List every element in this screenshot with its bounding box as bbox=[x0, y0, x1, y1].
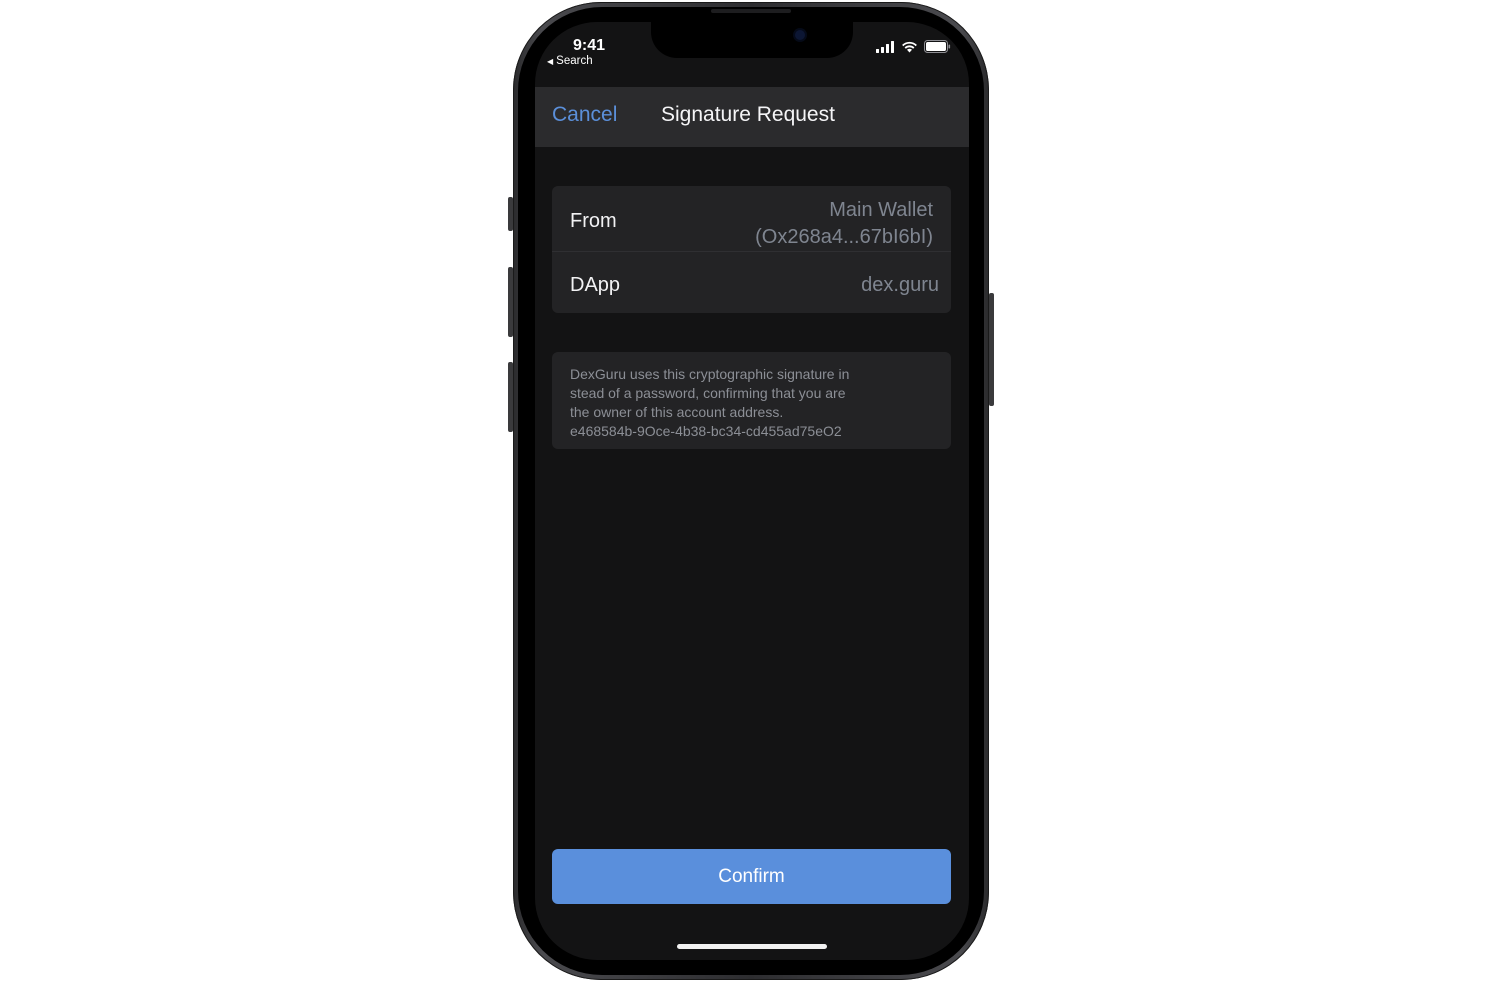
phone-screen: 9:41 ◀ Search Cancel Signature Request F… bbox=[535, 22, 969, 960]
message-line: stead of a password, confirming that you… bbox=[570, 385, 846, 401]
from-value: Main Wallet (Ox268a4...67bI6bI) bbox=[755, 197, 933, 251]
signature-message-card: DexGuru uses this cryptographic signatur… bbox=[552, 352, 951, 449]
page-title: Signature Request bbox=[661, 103, 835, 126]
signature-message: DexGuru uses this cryptographic signatur… bbox=[570, 365, 910, 441]
cellular-signal-icon bbox=[876, 40, 894, 53]
status-icons bbox=[876, 40, 951, 53]
confirm-button[interactable]: Confirm bbox=[552, 849, 951, 904]
back-to-app-label: Search bbox=[556, 55, 593, 67]
page: 9:41 ◀ Search Cancel Signature Request F… bbox=[0, 0, 1500, 982]
message-nonce: e468584b-9Oce-4b38-bc34-cd455ad75eO2 bbox=[570, 423, 842, 439]
sheet-header: Cancel Signature Request bbox=[535, 87, 969, 147]
message-line: the owner of this account address. bbox=[570, 404, 784, 420]
wifi-icon bbox=[902, 41, 917, 52]
power-button bbox=[989, 293, 994, 406]
message-line: DexGuru uses this cryptographic signatur… bbox=[570, 366, 850, 382]
battery-icon bbox=[924, 40, 951, 53]
volume-up-button bbox=[508, 267, 513, 337]
request-details-card: From Main Wallet (Ox268a4...67bI6bI) DAp… bbox=[552, 186, 951, 313]
cancel-button[interactable]: Cancel bbox=[552, 103, 617, 127]
home-indicator[interactable] bbox=[677, 944, 827, 949]
wallet-address: (Ox268a4...67bI6bI) bbox=[755, 226, 933, 248]
dapp-label: DApp bbox=[570, 274, 621, 296]
status-time: 9:41 bbox=[572, 37, 606, 54]
notch bbox=[651, 22, 853, 58]
speaker-grille bbox=[711, 9, 791, 13]
silent-switch bbox=[508, 197, 513, 231]
front-camera-icon bbox=[795, 30, 805, 40]
wallet-name: Main Wallet bbox=[829, 199, 933, 221]
volume-down-button bbox=[508, 362, 513, 432]
dapp-row: DApp dex.guru bbox=[552, 252, 951, 313]
from-row: From Main Wallet (Ox268a4...67bI6bI) bbox=[552, 186, 951, 252]
dapp-value: dex.guru bbox=[861, 274, 939, 296]
back-triangle-icon: ◀ bbox=[547, 56, 554, 66]
back-to-app-link[interactable]: ◀ Search bbox=[547, 55, 593, 67]
from-label: From bbox=[570, 210, 617, 232]
